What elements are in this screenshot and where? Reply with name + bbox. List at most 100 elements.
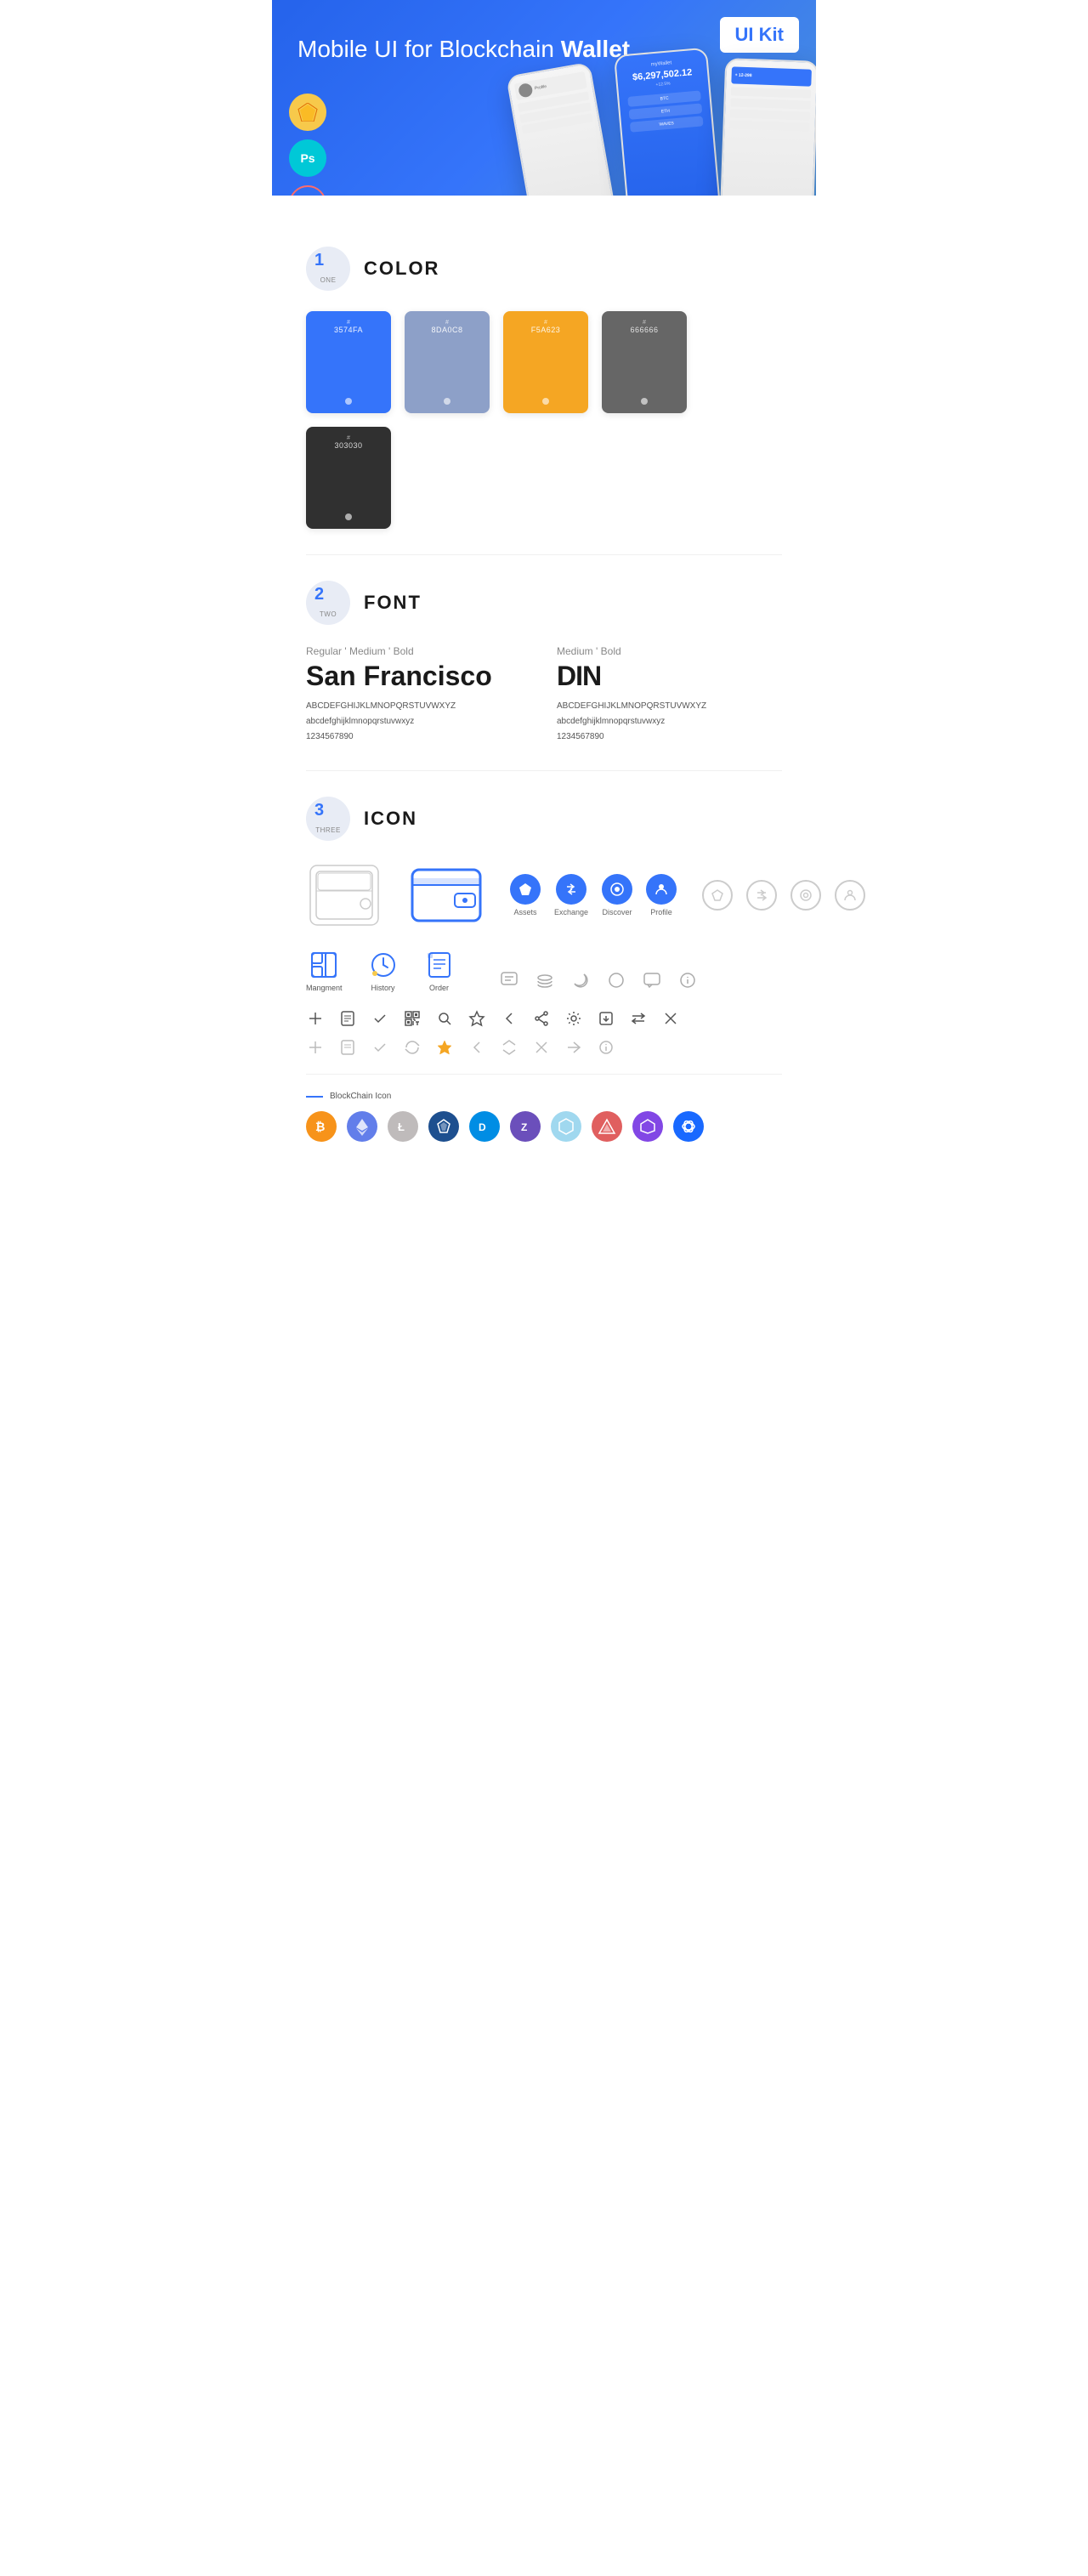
- check-outline-icon: [371, 1038, 389, 1057]
- ethereum-icon: [347, 1111, 377, 1142]
- font-din: Medium ' Bold DIN ABCDEFGHIJKLMNOPQRSTUV…: [557, 645, 782, 745]
- zcoin-icon: Z: [510, 1111, 541, 1142]
- svg-text:Z: Z: [521, 1121, 527, 1133]
- blockchain-line: [306, 1096, 323, 1098]
- font-section-header: 2 TWO FONT: [306, 581, 782, 625]
- swatch-gray: # 666666: [602, 311, 687, 413]
- refresh-icon: [403, 1038, 422, 1057]
- nav-icons-filled: Assets Exchange Discover P: [510, 874, 677, 916]
- profile-icon-item: Profile: [646, 874, 677, 916]
- x-outline-icon: [532, 1038, 551, 1057]
- layers-icon: [533, 968, 557, 992]
- info-icon: [676, 968, 700, 992]
- export-icon: [597, 1009, 615, 1028]
- document-outline-icon: [338, 1038, 357, 1057]
- chevron-left-icon: [500, 1009, 518, 1028]
- divider-3: [306, 1074, 782, 1075]
- divider-2: [306, 770, 782, 771]
- phone-mockup-2: myWallet $6,297,502.12 +12.5% BTC ETH WA…: [614, 48, 721, 196]
- litecoin-icon: Ł: [388, 1111, 418, 1142]
- phone-mockup-3: + 12-298: [720, 58, 816, 196]
- document-icon: [338, 1009, 357, 1028]
- moon-icon: [569, 968, 592, 992]
- swatch-steel: # 8DA0C8: [405, 311, 490, 413]
- profile-icon: [646, 874, 677, 905]
- swatch-dark: # 303030: [306, 427, 391, 529]
- history-icon-item: History: [368, 950, 399, 992]
- discover-icon: [602, 874, 632, 905]
- order-icon-item: Order: [424, 950, 455, 992]
- assets-icon-outline: [702, 880, 733, 911]
- color-swatches-grid: # 3574FA # 8DA0C8 # F5A623 # 666666 # 30…: [306, 311, 782, 529]
- wallet-icons-row: Assets Exchange Discover P: [306, 861, 782, 929]
- font-section-number: 2 TWO: [306, 581, 350, 625]
- chat-icon: [497, 968, 521, 992]
- profile-icon-outline: [835, 880, 865, 911]
- star-icon: [468, 1009, 486, 1028]
- misc-icons-row: [497, 968, 700, 992]
- ps-badge: Ps: [289, 139, 326, 177]
- color-section-header: 1 ONE COLOR: [306, 247, 782, 291]
- crypto-icons-row: ₿ Ł D Z: [306, 1111, 782, 1142]
- polygon-icon: [632, 1111, 663, 1142]
- color-section-number: 1 ONE: [306, 247, 350, 291]
- hero-badges: Ps 60+Screens: [289, 94, 326, 196]
- dash-icon: D: [469, 1111, 500, 1142]
- bitcoin-icon: ₿: [306, 1111, 337, 1142]
- color-section-title: COLOR: [364, 258, 439, 280]
- close-icon: [661, 1009, 680, 1028]
- svg-text:Ł: Ł: [398, 1121, 405, 1133]
- font-section-title: FONT: [364, 592, 422, 614]
- circle-icon: [604, 968, 628, 992]
- gear-icon: [564, 1009, 583, 1028]
- management-icon-item: Mangment: [306, 950, 343, 992]
- info-outline-icon: [597, 1038, 615, 1057]
- svg-text:₿: ₿: [315, 1120, 325, 1133]
- font-grid: Regular ' Medium ' Bold San Francisco AB…: [306, 645, 782, 745]
- icon-section-header: 3 THREE ICON: [306, 797, 782, 841]
- hero-section: Mobile UI for Blockchain Wallet UI Kit P…: [272, 0, 816, 196]
- search-icon: [435, 1009, 454, 1028]
- qr-icon: [403, 1009, 422, 1028]
- swatch-orange: # F5A623: [503, 311, 588, 413]
- management-icon: [309, 950, 339, 980]
- arrows-icon: [500, 1038, 518, 1057]
- font-san-francisco: Regular ' Medium ' Bold San Francisco AB…: [306, 645, 531, 745]
- iota-icon: [551, 1111, 581, 1142]
- tool-icons-row-1: [306, 1009, 782, 1028]
- message-icon: [640, 968, 664, 992]
- stratis-icon: [428, 1111, 459, 1142]
- ui-kit-badge: UI Kit: [720, 17, 799, 53]
- discover-icon-item: Discover: [602, 874, 632, 916]
- bottom-nav-icons-row: Mangment History Order: [306, 950, 782, 992]
- fantom-icon: [673, 1111, 704, 1142]
- star-filled-icon: [435, 1038, 454, 1057]
- wallet-wireframe-icon: [306, 861, 382, 929]
- arrow-right-icon: [564, 1038, 583, 1057]
- plus-icon: [306, 1009, 325, 1028]
- sketch-badge: [289, 94, 326, 131]
- divider-1: [306, 554, 782, 555]
- augur-icon: [592, 1111, 622, 1142]
- exchange-icon: [556, 874, 586, 905]
- order-icon: [424, 950, 455, 980]
- swatch-blue: # 3574FA: [306, 311, 391, 413]
- svg-text:D: D: [479, 1121, 486, 1133]
- exchange-icon-outline: [746, 880, 777, 911]
- blockchain-section: BlockChain Icon ₿ Ł D: [306, 1092, 782, 1142]
- icon-section-title: ICON: [364, 808, 417, 830]
- phone-mockup-1: Profile: [506, 62, 616, 196]
- assets-icon: [510, 874, 541, 905]
- wallet-wireframe-container: [306, 861, 382, 929]
- nav-icons-outline: [702, 880, 865, 911]
- tool-icons-row-2: [306, 1038, 782, 1057]
- assets-icon-item: Assets: [510, 874, 541, 916]
- check-icon: [371, 1009, 389, 1028]
- main-content: 1 ONE COLOR # 3574FA # 8DA0C8 # F5A623 #…: [272, 196, 816, 1167]
- icon-section-number: 3 THREE: [306, 797, 350, 841]
- swap-icon: [629, 1009, 648, 1028]
- share-icon: [532, 1009, 551, 1028]
- blockchain-label-row: BlockChain Icon: [306, 1092, 782, 1101]
- chevron-left-outline-icon: [468, 1038, 486, 1057]
- exchange-icon-item: Exchange: [554, 874, 588, 916]
